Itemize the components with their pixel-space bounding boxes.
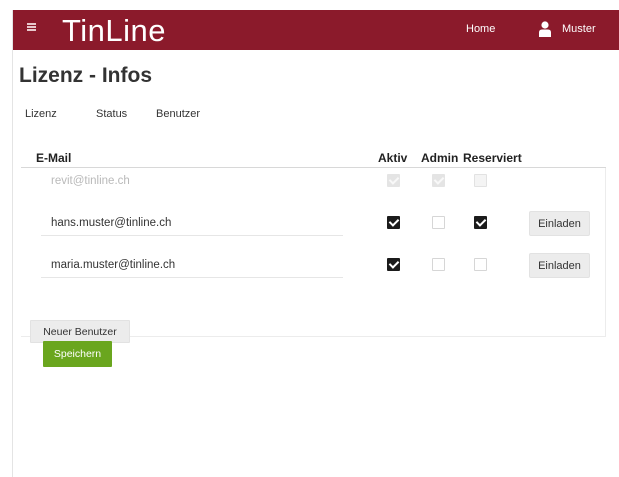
new-user-button[interactable]: Neuer Benutzer — [30, 320, 130, 343]
brand-logo[interactable]: TinLine — [62, 14, 166, 48]
reserviert-checkbox[interactable] — [474, 216, 487, 229]
column-header-email: E-Mail — [36, 151, 72, 165]
admin-checkbox — [432, 174, 445, 187]
table-header: E-Mail Aktiv Admin Reserviert — [21, 150, 606, 168]
aktiv-checkbox[interactable] — [387, 258, 400, 271]
admin-checkbox[interactable] — [432, 258, 445, 271]
hamburger-menu-icon[interactable] — [27, 23, 36, 31]
tab-lizenz[interactable]: Lizenz — [25, 108, 57, 120]
column-header-reserviert: Reserviert — [463, 151, 522, 165]
table-body: Einladen Einladen — [21, 168, 606, 337]
invite-button[interactable]: Einladen — [529, 211, 590, 236]
email-field — [41, 168, 343, 194]
user-icon[interactable] — [539, 21, 551, 37]
table-row — [21, 168, 606, 198]
column-header-aktiv: Aktiv — [378, 151, 408, 165]
table-row: Einladen — [21, 252, 606, 282]
reserviert-checkbox[interactable] — [474, 258, 487, 271]
nav-home-link[interactable]: Home — [466, 23, 495, 35]
invite-button[interactable]: Einladen — [529, 253, 590, 278]
tab-status[interactable]: Status — [96, 108, 127, 120]
save-button[interactable]: Speichern — [43, 341, 112, 367]
aktiv-checkbox[interactable] — [387, 216, 400, 229]
top-navbar: TinLine Home Muster — [13, 10, 619, 50]
email-field[interactable] — [41, 210, 343, 236]
column-header-admin: Admin — [421, 151, 459, 165]
table-row: Einladen — [21, 210, 606, 240]
email-field[interactable] — [41, 252, 343, 278]
admin-checkbox[interactable] — [432, 216, 445, 229]
user-name-link[interactable]: Muster — [562, 23, 596, 35]
tab-benutzer[interactable]: Benutzer — [156, 108, 200, 120]
aktiv-checkbox — [387, 174, 400, 187]
page-title: Lizenz - Infos — [19, 64, 152, 87]
reserviert-checkbox — [474, 174, 487, 187]
app-page: TinLine Home Muster Lizenz - Infos Lizen… — [13, 10, 619, 477]
